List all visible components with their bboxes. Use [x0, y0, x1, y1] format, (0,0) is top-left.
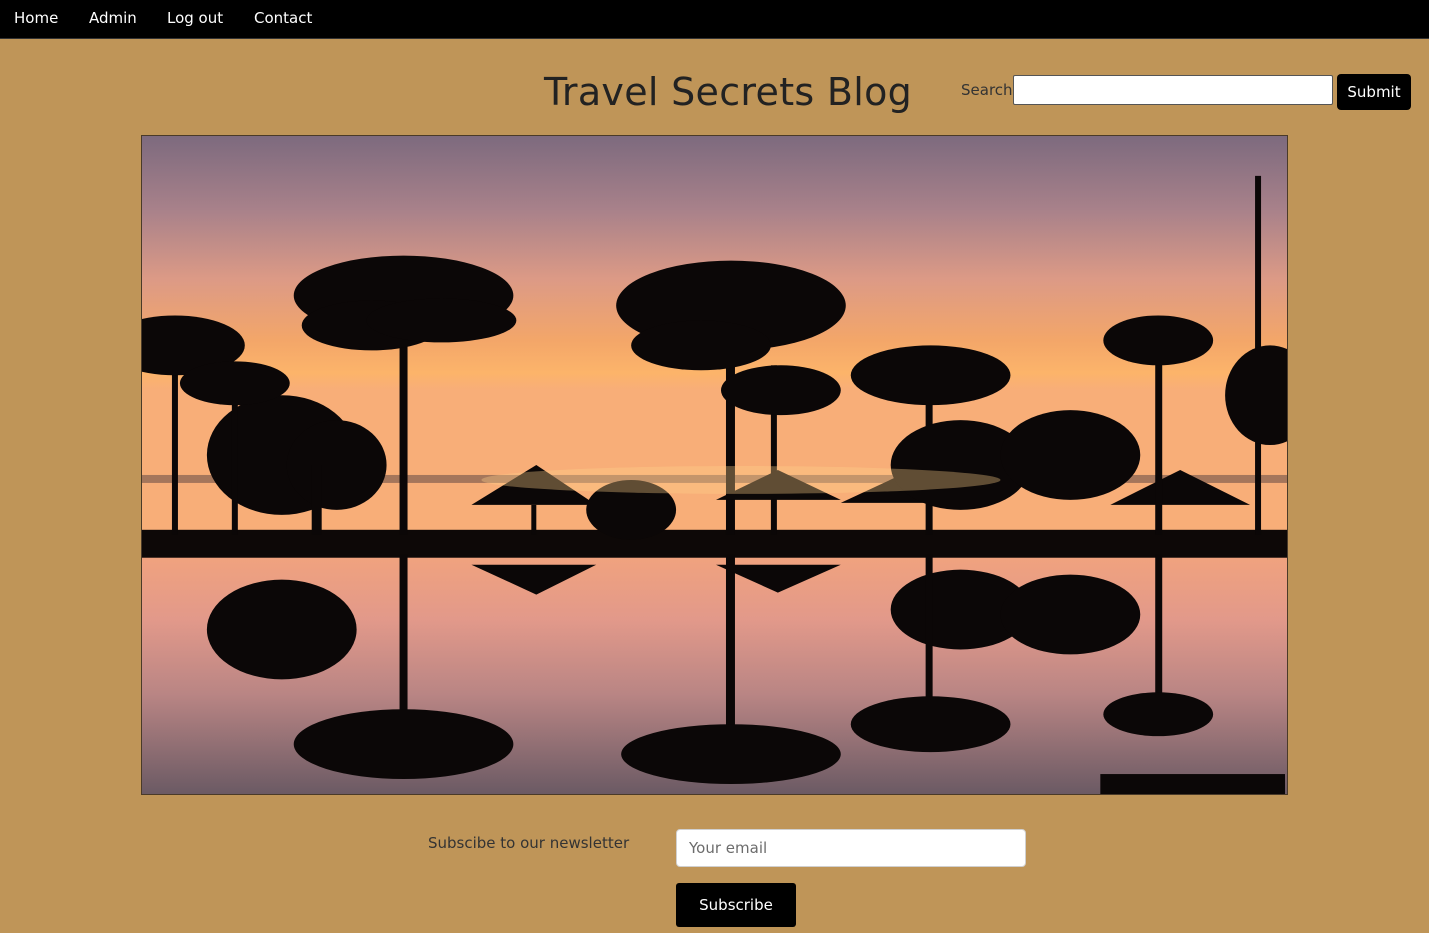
- nav-home-link[interactable]: Home: [14, 9, 58, 27]
- top-navigation: Home Admin Log out Contact: [0, 0, 1429, 39]
- nav-logout-link[interactable]: Log out: [167, 9, 223, 27]
- subscribe-button[interactable]: Subscribe: [676, 883, 796, 927]
- search-label: Search: [961, 81, 1013, 99]
- nav-contact-link[interactable]: Contact: [254, 9, 312, 27]
- newsletter-label: Subscibe to our newsletter: [428, 834, 630, 852]
- search-submit-button[interactable]: Submit: [1337, 74, 1411, 110]
- sunset-palm-trees-image: [142, 136, 1287, 794]
- page-title: Travel Secrets Blog: [544, 70, 913, 114]
- nav-admin-link[interactable]: Admin: [89, 9, 137, 27]
- hero-image: [141, 135, 1288, 795]
- search-input[interactable]: [1013, 75, 1333, 105]
- newsletter-email-input[interactable]: [676, 829, 1026, 867]
